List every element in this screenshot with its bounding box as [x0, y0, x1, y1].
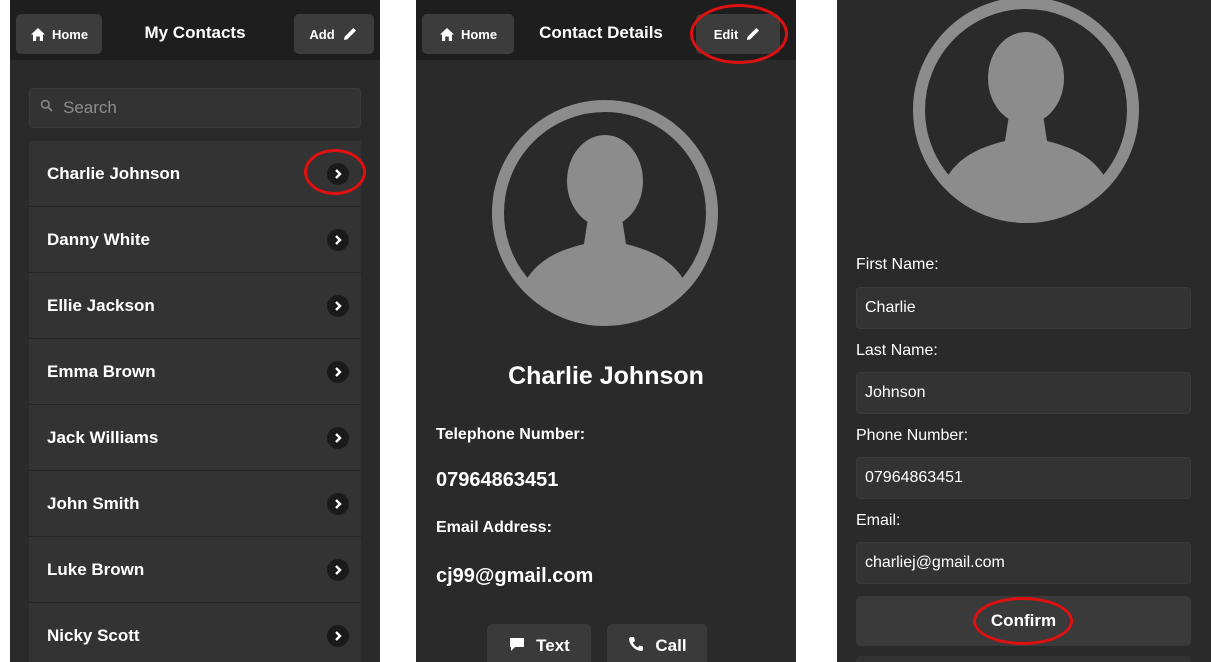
contact-row[interactable]: John Smith: [29, 471, 361, 537]
contact-name: Ellie Jackson: [47, 295, 155, 315]
phone-value: 07964863451: [436, 469, 559, 491]
last-name-label: Last Name:: [856, 342, 938, 359]
home-icon: [439, 27, 455, 42]
chevron-right-icon[interactable]: [327, 625, 349, 647]
edit-button-label: Edit: [713, 26, 739, 42]
avatar-icon: [492, 100, 718, 326]
contact-details-screen: Home Contact Details Edit Charlie Johnso…: [416, 0, 796, 662]
chevron-right-icon[interactable]: [327, 229, 349, 251]
chevron-right-icon[interactable]: [327, 493, 349, 515]
first-name-label: First Name:: [856, 256, 939, 273]
email-value: cj99@gmail.com: [436, 565, 594, 587]
home-button[interactable]: Home: [422, 14, 514, 54]
confirm-button[interactable]: Confirm: [856, 596, 1191, 646]
contact-row[interactable]: Luke Brown: [29, 537, 361, 603]
phone-field[interactable]: [856, 457, 1191, 499]
edit-contact-screen: First Name: Last Name: Phone Number: Ema…: [837, 0, 1211, 662]
contact-name: John Smith: [47, 493, 140, 513]
confirm-button-label: Confirm: [990, 611, 1057, 630]
contact-name: Emma Brown: [47, 361, 156, 381]
secondary-button[interactable]: [856, 656, 1191, 662]
text-button[interactable]: Text: [487, 624, 591, 662]
contact-row[interactable]: Nicky Scott: [29, 603, 361, 662]
call-button[interactable]: Call: [607, 624, 707, 662]
contact-name: Nicky Scott: [47, 625, 140, 645]
contact-name: Luke Brown: [47, 559, 145, 579]
contact-row[interactable]: Ellie Jackson: [29, 273, 361, 339]
message-icon: [508, 636, 526, 657]
home-button-label: Home: [460, 26, 498, 42]
phone-icon: [627, 635, 645, 658]
email-label: Email Address:: [436, 519, 552, 536]
contact-name: Charlie Johnson: [47, 163, 181, 183]
first-name-field[interactable]: [856, 287, 1191, 329]
chevron-right-icon[interactable]: [327, 559, 349, 581]
contact-name: Jack Williams: [47, 427, 159, 447]
contact-name: Danny White: [47, 229, 150, 249]
edit-button[interactable]: Edit: [696, 14, 780, 54]
add-button-label: Add: [309, 26, 335, 42]
header-bar: Home Contact Details Edit: [416, 0, 796, 60]
call-button-label: Call: [655, 636, 687, 655]
home-button[interactable]: Home: [16, 14, 102, 54]
contact-row[interactable]: Charlie Johnson: [29, 141, 361, 207]
phone-label: Phone Number:: [856, 427, 969, 444]
pencil-icon: [744, 25, 762, 43]
add-button[interactable]: Add: [294, 14, 374, 54]
page-title: Contact Details: [539, 23, 663, 42]
text-button-label: Text: [536, 636, 570, 655]
contact-row[interactable]: Emma Brown: [29, 339, 361, 405]
chevron-right-icon[interactable]: [327, 361, 349, 383]
chevron-right-icon[interactable]: [327, 295, 349, 317]
phone-label: Telephone Number:: [436, 426, 586, 443]
contact-list: Charlie Johnson Danny White Ellie Jackso…: [29, 141, 361, 662]
search-input[interactable]: [61, 97, 335, 119]
home-icon: [30, 27, 46, 42]
contact-row[interactable]: Danny White: [29, 207, 361, 273]
avatar-icon: [913, 0, 1139, 223]
last-name-field[interactable]: [856, 372, 1191, 414]
pencil-icon: [341, 25, 359, 43]
search-bar[interactable]: [29, 88, 361, 128]
contacts-list-screen: Home My Contacts Add Charlie Johnson Dan…: [10, 0, 380, 662]
page-title: My Contacts: [144, 23, 246, 42]
chevron-right-icon[interactable]: [327, 163, 349, 185]
home-button-label: Home: [51, 26, 89, 42]
contact-name: Charlie Johnson: [508, 362, 704, 390]
header-bar: Home My Contacts Add: [10, 0, 380, 60]
search-icon: [40, 99, 53, 117]
chevron-right-icon[interactable]: [327, 427, 349, 449]
email-label: Email:: [856, 512, 901, 529]
contact-row[interactable]: Jack Williams: [29, 405, 361, 471]
email-field[interactable]: [856, 542, 1191, 584]
